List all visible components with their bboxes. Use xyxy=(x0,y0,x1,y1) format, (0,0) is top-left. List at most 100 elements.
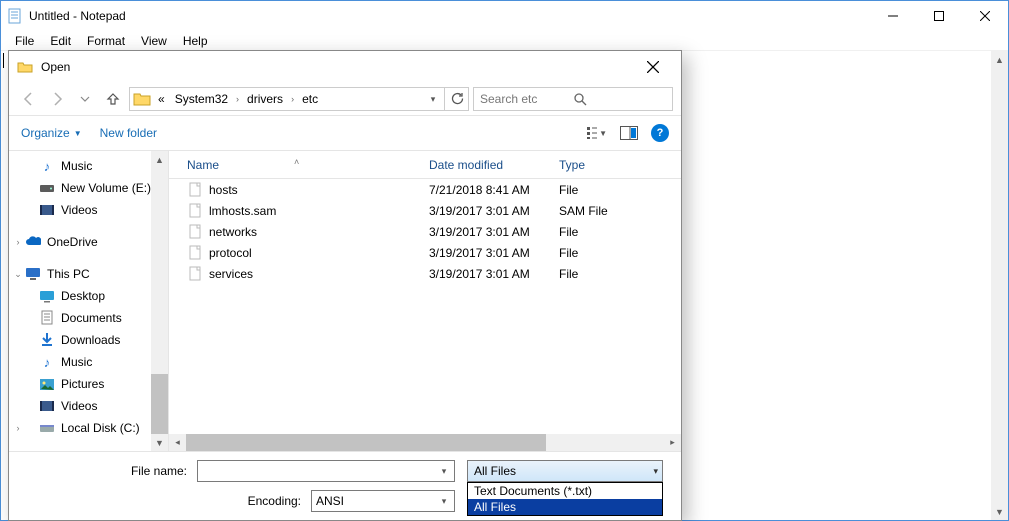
tree-item-pictures[interactable]: Pictures xyxy=(9,373,168,395)
breadcrumb-system32[interactable]: System32 xyxy=(171,92,232,106)
file-name: lmhosts.sam xyxy=(209,204,276,218)
dialog-close-button[interactable] xyxy=(633,51,673,83)
address-row: « System32 › drivers › etc ▾ Search etc xyxy=(9,83,681,115)
tree-item-onedrive[interactable]: ›OneDrive xyxy=(9,231,168,253)
collapse-icon[interactable]: ⌄ xyxy=(13,269,23,280)
drive-icon xyxy=(39,180,55,196)
dropdown-icon[interactable]: ▾ xyxy=(436,493,452,509)
tree-item-videos[interactable]: Videos xyxy=(9,199,168,221)
file-date: 7/21/2018 8:41 AM xyxy=(429,183,559,197)
file-row[interactable]: lmhosts.sam3/19/2017 3:01 AMSAM File xyxy=(169,200,681,221)
chevron-right-icon: › xyxy=(289,94,296,104)
menu-view[interactable]: View xyxy=(133,32,175,50)
tree-item-music[interactable]: ♪Music xyxy=(9,155,168,177)
menubar: File Edit Format View Help xyxy=(1,31,1008,51)
scroll-right-icon[interactable]: ▸ xyxy=(664,434,681,451)
folder-icon xyxy=(132,89,152,109)
maximize-button[interactable] xyxy=(916,1,962,31)
file-date: 3/19/2017 3:01 AM xyxy=(429,246,559,260)
preview-pane-button[interactable] xyxy=(619,123,639,143)
refresh-button[interactable] xyxy=(444,87,468,111)
filename-dropdown-button[interactable]: ▾ xyxy=(436,463,452,479)
file-type: File xyxy=(559,267,639,281)
tree-item-documents[interactable]: Documents xyxy=(9,307,168,329)
file-name: networks xyxy=(209,225,257,239)
help-button[interactable]: ? xyxy=(651,124,669,142)
scroll-left-icon[interactable]: ◂ xyxy=(169,434,186,451)
scrollbar-thumb[interactable] xyxy=(151,374,168,434)
dialog-title: Open xyxy=(41,60,633,74)
breadcrumb-etc[interactable]: etc xyxy=(298,92,322,106)
file-type-filter[interactable]: All Files ▾ xyxy=(467,460,663,482)
column-type[interactable]: Type xyxy=(559,158,639,172)
tree-item-this-pc[interactable]: ⌄This PC xyxy=(9,263,168,285)
forward-button[interactable] xyxy=(45,87,69,111)
tree-item-local-disk[interactable]: ›Local Disk (C:) xyxy=(9,417,168,439)
minimize-button[interactable] xyxy=(870,1,916,31)
filter-option-txt[interactable]: Text Documents (*.txt) xyxy=(468,483,662,499)
tree-scrollbar[interactable]: ▲ ▼ xyxy=(151,151,168,451)
filter-option-all[interactable]: All Files xyxy=(468,499,662,515)
filter-dropdown-list: Text Documents (*.txt) All Files xyxy=(467,482,663,516)
organize-button[interactable]: Organize▼ xyxy=(21,126,82,140)
view-options-button[interactable]: ▼ xyxy=(587,123,607,143)
folder-open-icon xyxy=(17,59,33,75)
filename-input[interactable]: ▾ xyxy=(197,460,455,482)
file-row[interactable]: services 3/19/2017 3:01 AMFile xyxy=(169,263,681,284)
file-type: File xyxy=(559,246,639,260)
list-scrollbar[interactable]: ◂ ▸ xyxy=(169,434,681,451)
address-dropdown-button[interactable]: ▾ xyxy=(424,94,442,105)
recent-locations-button[interactable] xyxy=(73,87,97,111)
filename-label: File name: xyxy=(21,464,197,478)
expand-icon[interactable]: › xyxy=(13,237,23,247)
up-button[interactable] xyxy=(101,87,125,111)
new-folder-button[interactable]: New folder xyxy=(100,126,157,140)
column-headers: Name˄ Date modified Type xyxy=(169,151,681,179)
address-bar[interactable]: « System32 › drivers › etc ▾ xyxy=(129,87,469,111)
menu-help[interactable]: Help xyxy=(175,32,216,50)
file-date: 3/19/2017 3:01 AM xyxy=(429,267,559,281)
tree-item-downloads[interactable]: Downloads xyxy=(9,329,168,351)
menu-format[interactable]: Format xyxy=(79,32,133,50)
expand-icon[interactable]: › xyxy=(13,423,23,433)
file-name: services xyxy=(209,267,253,281)
breadcrumb-drivers[interactable]: drivers xyxy=(243,92,287,106)
desktop-icon xyxy=(39,288,55,304)
menu-edit[interactable]: Edit xyxy=(42,32,79,50)
tree-item-new-volume[interactable]: New Volume (E:) xyxy=(9,177,168,199)
file-row[interactable]: networks3/19/2017 3:01 AMFile xyxy=(169,221,681,242)
scroll-up-icon[interactable]: ▲ xyxy=(151,151,168,168)
tree-item-desktop[interactable]: Desktop xyxy=(9,285,168,307)
notepad-scrollbar[interactable]: ▲ ▼ xyxy=(991,51,1008,520)
documents-icon xyxy=(39,310,55,326)
scroll-up-icon[interactable]: ▲ xyxy=(991,51,1008,68)
search-input[interactable]: Search etc xyxy=(473,87,673,111)
file-date: 3/19/2017 3:01 AM xyxy=(429,225,559,239)
encoding-label: Encoding: xyxy=(21,494,311,508)
encoding-select[interactable]: ANSI ▾ xyxy=(311,490,455,512)
column-date[interactable]: Date modified xyxy=(429,158,559,172)
scroll-down-icon[interactable]: ▼ xyxy=(991,503,1008,520)
column-name[interactable]: Name˄ xyxy=(169,158,429,172)
text-cursor xyxy=(3,53,4,68)
videos-icon xyxy=(39,202,55,218)
file-icon xyxy=(187,245,203,261)
close-button[interactable] xyxy=(962,1,1008,31)
onedrive-icon xyxy=(25,234,41,250)
file-type: File xyxy=(559,183,639,197)
back-button[interactable] xyxy=(17,87,41,111)
breadcrumb-prefix[interactable]: « xyxy=(154,92,169,106)
file-date: 3/19/2017 3:01 AM xyxy=(429,204,559,218)
file-row[interactable]: protocol 3/19/2017 3:01 AMFile xyxy=(169,242,681,263)
open-dialog: Open « System32 › drivers › etc ▾ Search… xyxy=(8,50,682,521)
menu-file[interactable]: File xyxy=(7,32,42,50)
toolbar: Organize▼ New folder ▼ ? xyxy=(9,115,681,151)
tree-item-videos[interactable]: Videos xyxy=(9,395,168,417)
scroll-down-icon[interactable]: ▼ xyxy=(151,434,168,451)
file-icon xyxy=(187,182,203,198)
encoding-value: ANSI xyxy=(316,494,344,508)
scrollbar-thumb[interactable] xyxy=(186,434,546,451)
tree-item-music[interactable]: ♪Music xyxy=(9,351,168,373)
file-name: protocol xyxy=(209,246,252,260)
file-row[interactable]: hosts7/21/2018 8:41 AMFile xyxy=(169,179,681,200)
